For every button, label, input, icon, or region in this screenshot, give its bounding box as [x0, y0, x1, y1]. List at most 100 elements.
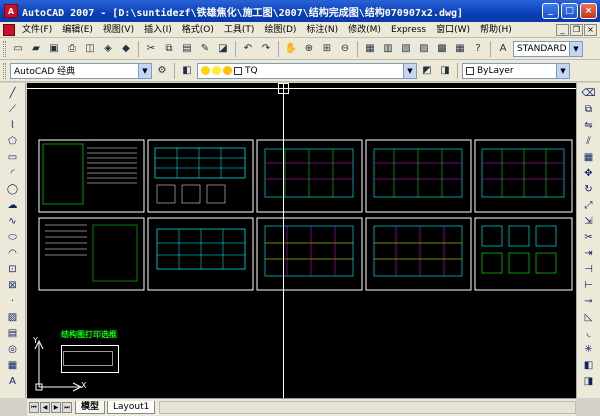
title-bar[interactable]: A AutoCAD 2007 - [D:\suntidezf\铁雄焦化\施工图\… [0, 0, 600, 22]
publish-icon[interactable]: ◈ [100, 41, 116, 57]
chevron-down-icon[interactable]: ▼ [569, 41, 582, 56]
spline-icon[interactable]: ∿ [5, 214, 21, 228]
multiline-text-icon[interactable]: A [5, 374, 21, 388]
copy-object-icon[interactable]: ⧉ [581, 102, 597, 116]
maximize-button[interactable]: □ [561, 3, 578, 19]
mirror-icon[interactable]: ⇋ [581, 118, 597, 132]
arc-icon[interactable]: ◜ [5, 166, 21, 180]
new-file-icon[interactable]: ▭ [10, 41, 26, 57]
previous-tab-button[interactable]: ◀ [40, 402, 50, 413]
workspace-settings-icon[interactable]: ⚙ [154, 63, 170, 79]
layer-previous-icon[interactable]: ◨ [437, 63, 453, 79]
menu-draw[interactable]: 绘图(D) [259, 22, 301, 38]
color-select[interactable]: ByLayer ▼ [462, 62, 570, 79]
help-icon[interactable]: ? [470, 41, 486, 57]
object-snap-icon[interactable]: ◨ [581, 374, 597, 388]
properties-icon[interactable]: ▦ [362, 41, 378, 57]
menu-tools[interactable]: 工具(T) [219, 22, 260, 38]
stretch-icon[interactable]: ⇲ [581, 214, 597, 228]
trim-icon[interactable]: ✂ [581, 230, 597, 244]
point-icon[interactable]: · [5, 294, 21, 308]
next-tab-button[interactable]: ▶ [51, 402, 61, 413]
menu-help[interactable]: 帮助(H) [475, 22, 517, 38]
chamfer-icon[interactable]: ◺ [581, 310, 597, 324]
ellipse-icon[interactable]: ⬭ [5, 230, 21, 244]
erase-icon[interactable]: ⌫ [581, 86, 597, 100]
menu-insert[interactable]: 插入(I) [139, 22, 177, 38]
match-properties-icon[interactable]: ✎ [197, 41, 213, 57]
construction-line-icon[interactable]: ⟋ [5, 102, 21, 116]
toolbar-grip[interactable] [3, 62, 6, 79]
doc-restore-button[interactable]: ❐ [570, 23, 583, 36]
break-icon[interactable]: ⊢ [581, 278, 597, 292]
light-bulb-icon[interactable] [201, 66, 210, 75]
chevron-down-icon[interactable]: ▼ [403, 63, 416, 78]
text-style-icon[interactable]: A [495, 41, 511, 57]
make-object-layer-current-icon[interactable]: ◩ [419, 63, 435, 79]
insert-block-icon[interactable]: ⊡ [5, 262, 21, 276]
toolbar-grip[interactable] [3, 40, 6, 57]
extend-icon[interactable]: ⇥ [581, 246, 597, 260]
make-block-icon[interactable]: ⊠ [5, 278, 21, 292]
line-icon[interactable]: ╱ [5, 86, 21, 100]
markup-icon[interactable]: ▩ [434, 41, 450, 57]
print-icon[interactable]: ⎙ [64, 41, 80, 57]
zoom-realtime-icon[interactable]: ⊕ [301, 41, 317, 57]
layer-select[interactable]: TQ ▼ [197, 62, 417, 79]
zoom-window-icon[interactable]: ⊞ [319, 41, 335, 57]
text-style-select[interactable]: STANDARD ▼ [513, 40, 583, 57]
array-icon[interactable]: ▦ [581, 150, 597, 164]
save-icon[interactable]: ▣ [46, 41, 62, 57]
paste-icon[interactable]: ▤ [179, 41, 195, 57]
table-icon[interactable]: ▦ [5, 358, 21, 372]
polygon-icon[interactable]: ⬠ [5, 134, 21, 148]
menu-express[interactable]: Express [386, 22, 431, 38]
zoom-previous-icon[interactable]: ⊖ [337, 41, 353, 57]
workspace-select[interactable]: AutoCAD 经典 ▼ [10, 62, 152, 79]
explode-icon[interactable]: ✳ [581, 342, 597, 356]
break-at-point-icon[interactable]: ⊣ [581, 262, 597, 276]
ellipse-arc-icon[interactable]: ◠ [5, 246, 21, 260]
drawing-canvas[interactable]: 结构图打印选框 Y X [27, 83, 576, 398]
copy-icon[interactable]: ⧉ [161, 41, 177, 57]
chevron-down-icon[interactable]: ▼ [556, 63, 569, 78]
gradient-icon[interactable]: ▤ [5, 326, 21, 340]
fillet-icon[interactable]: ◟ [581, 326, 597, 340]
layer-manager-icon[interactable]: ◧ [179, 63, 195, 79]
document-icon[interactable] [3, 23, 15, 36]
tool-palettes-icon[interactable]: ▧ [398, 41, 414, 57]
cut-icon[interactable]: ✂ [143, 41, 159, 57]
menu-file[interactable]: 文件(F) [17, 22, 57, 38]
sun-icon[interactable] [212, 66, 221, 75]
open-file-icon[interactable]: ▰ [28, 41, 44, 57]
circle-icon[interactable]: ◯ [5, 182, 21, 196]
revision-cloud-icon[interactable]: ☁ [5, 198, 21, 212]
layer-icon[interactable]: ◧ [581, 358, 597, 372]
tab-model[interactable]: 模型 [75, 401, 106, 414]
tab-layout1[interactable]: Layout1 [107, 401, 156, 414]
move-icon[interactable]: ✥ [581, 166, 597, 180]
chevron-down-icon[interactable]: ▼ [138, 63, 151, 78]
join-icon[interactable]: ⊸ [581, 294, 597, 308]
menu-window[interactable]: 窗口(W) [431, 22, 475, 38]
menu-format[interactable]: 格式(O) [177, 22, 219, 38]
design-center-icon[interactable]: ▥ [380, 41, 396, 57]
calculator-icon[interactable]: ▦ [452, 41, 468, 57]
print-preview-icon[interactable]: ◫ [82, 41, 98, 57]
doc-minimize-button[interactable]: _ [556, 23, 569, 36]
menu-view[interactable]: 视图(V) [98, 22, 139, 38]
pan-icon[interactable]: ✋ [283, 41, 299, 57]
region-icon[interactable]: ◎ [5, 342, 21, 356]
menu-modify[interactable]: 修改(M) [343, 22, 386, 38]
freeze-icon[interactable] [223, 66, 232, 75]
hatch-icon[interactable]: ▨ [5, 310, 21, 324]
3d-dwf-icon[interactable]: ◆ [118, 41, 134, 57]
doc-close-button[interactable]: × [584, 23, 597, 36]
minimize-button[interactable]: _ [542, 3, 559, 19]
undo-icon[interactable]: ↶ [240, 41, 256, 57]
menu-dimension[interactable]: 标注(N) [301, 22, 343, 38]
rotate-icon[interactable]: ↻ [581, 182, 597, 196]
lock-icon[interactable] [234, 66, 242, 75]
redo-icon[interactable]: ↷ [258, 41, 274, 57]
scale-icon[interactable]: ⤢ [581, 198, 597, 212]
